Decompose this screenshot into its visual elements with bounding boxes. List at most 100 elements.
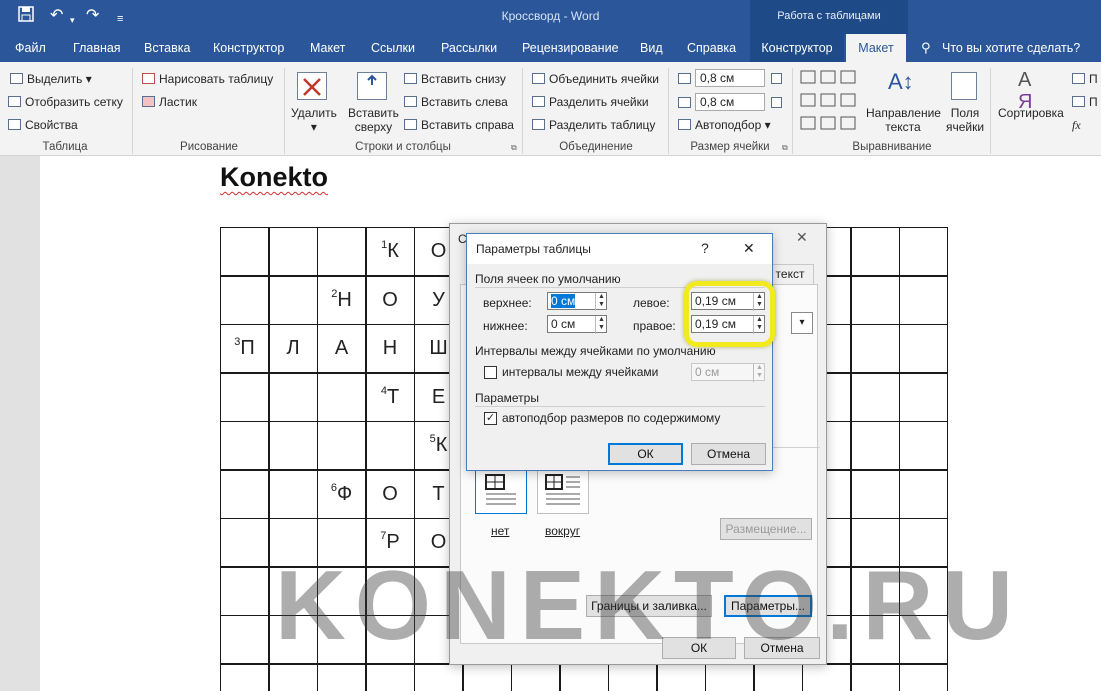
dialog-launcher-icon[interactable]: ⧉ <box>782 143 788 153</box>
crossword-cell[interactable]: 2Н <box>317 275 366 325</box>
tab-design[interactable]: Конструктор <box>213 34 284 62</box>
crossword-cell[interactable]: 6Ф <box>317 469 366 519</box>
crossword-cell[interactable] <box>220 615 269 664</box>
tell-me-input[interactable]: Что вы хотите сделать? <box>942 34 1080 62</box>
crossword-cell[interactable] <box>899 275 948 325</box>
crossword-cell[interactable] <box>899 227 948 276</box>
tab-alt-text[interactable]: текст <box>766 264 814 284</box>
crossword-cell[interactable]: 3П <box>220 324 269 373</box>
insert-above-button[interactable]: Вставить сверху <box>348 106 399 134</box>
insert-below-button[interactable]: Вставить снизу <box>404 72 506 86</box>
distribute-columns-icon[interactable] <box>771 97 782 108</box>
merge-cells-button[interactable]: Объединить ячейки <box>532 72 659 86</box>
close-icon[interactable]: ✕ <box>796 229 808 246</box>
crossword-cell[interactable] <box>850 372 900 422</box>
tab-home[interactable]: Главная <box>73 34 121 62</box>
draw-table-button[interactable]: Нарисовать таблицу <box>142 72 273 86</box>
crossword-cell[interactable] <box>559 663 609 691</box>
crossword-cell[interactable] <box>899 663 948 691</box>
crossword-cell[interactable] <box>268 275 318 325</box>
crossword-cell[interactable] <box>899 324 948 373</box>
split-cells-button[interactable]: Разделить ячейки <box>532 95 649 109</box>
tab-references[interactable]: Ссылки <box>371 34 415 62</box>
properties-button[interactable]: Свойства <box>8 118 78 132</box>
crossword-cell[interactable] <box>414 663 463 691</box>
crossword-cell[interactable] <box>220 372 269 422</box>
crossword-cell[interactable]: 1К <box>365 227 415 276</box>
crossword-cell[interactable] <box>220 227 269 276</box>
split-table-button[interactable]: Разделить таблицу <box>532 118 655 132</box>
crossword-cell[interactable] <box>462 663 512 691</box>
dialog-launcher-icon[interactable]: ⧉ <box>511 143 517 153</box>
crossword-cell[interactable] <box>365 421 415 470</box>
crossword-cell[interactable] <box>317 227 366 276</box>
crossword-cell[interactable] <box>365 663 415 691</box>
convert-button[interactable]: П <box>1072 95 1098 109</box>
placement-button[interactable]: Размещение... <box>720 518 812 540</box>
crossword-cell[interactable] <box>753 663 803 691</box>
eraser-button[interactable]: Ластик <box>142 95 197 109</box>
select-button[interactable]: Выделить ▾ <box>10 72 92 86</box>
crossword-cell[interactable] <box>656 663 706 691</box>
crossword-cell[interactable] <box>220 663 269 691</box>
distribute-rows-icon[interactable] <box>771 73 782 84</box>
tab-review[interactable]: Рецензирование <box>522 34 619 62</box>
chevron-down-icon[interactable]: ▾ <box>791 312 813 334</box>
crossword-cell[interactable] <box>850 421 900 470</box>
spacing-checkbox[interactable] <box>484 366 497 379</box>
crossword-cell[interactable] <box>268 663 318 691</box>
crossword-cell[interactable] <box>268 227 318 276</box>
tab-table-design[interactable]: Конструктор <box>750 34 844 62</box>
crossword-cell[interactable] <box>220 421 269 470</box>
help-icon[interactable]: ? <box>701 240 709 256</box>
tab-file[interactable]: Файл <box>15 34 46 62</box>
crossword-cell[interactable] <box>268 372 318 422</box>
close-icon[interactable]: ✕ <box>743 240 755 257</box>
options-ok-button[interactable]: ОК <box>608 443 683 465</box>
crossword-cell[interactable]: Л <box>268 324 318 373</box>
insert-right-button[interactable]: Вставить справа <box>404 118 514 132</box>
tab-table-layout[interactable]: Макет <box>846 34 906 62</box>
options-cancel-button[interactable]: Отмена <box>691 443 766 465</box>
crossword-cell[interactable]: 4Т <box>365 372 415 422</box>
crossword-cell[interactable] <box>850 227 900 276</box>
formula-button[interactable]: fx <box>1072 118 1081 132</box>
crossword-cell[interactable] <box>268 469 318 519</box>
crossword-cell[interactable]: Н <box>365 324 415 373</box>
crossword-cell[interactable] <box>268 421 318 470</box>
crossword-cell[interactable] <box>899 372 948 422</box>
crossword-cell[interactable] <box>317 663 366 691</box>
tab-insert[interactable]: Вставка <box>144 34 190 62</box>
wrap-none-option[interactable] <box>475 468 527 514</box>
row-height-field[interactable]: 0,8 см <box>695 69 765 87</box>
tab-layout[interactable]: Макет <box>310 34 345 62</box>
crossword-cell[interactable] <box>220 275 269 325</box>
repeat-header-button[interactable]: П <box>1072 72 1098 86</box>
crossword-cell[interactable] <box>220 469 269 519</box>
crossword-cell[interactable] <box>705 663 754 691</box>
autofit-checkbox[interactable]: ✓ <box>484 412 497 425</box>
crossword-cell[interactable] <box>220 518 269 567</box>
crossword-cell[interactable] <box>317 421 366 470</box>
tab-help[interactable]: Справка <box>687 34 736 62</box>
crossword-cell[interactable] <box>850 663 900 691</box>
crossword-cell[interactable]: О <box>365 275 415 325</box>
crossword-cell[interactable] <box>608 663 657 691</box>
tab-view[interactable]: Вид <box>640 34 663 62</box>
crossword-cell[interactable] <box>220 566 269 616</box>
crossword-cell[interactable]: О <box>365 469 415 519</box>
sort-button[interactable]: Сортировка <box>998 106 1064 120</box>
delete-button[interactable]: Удалить ▾ <box>291 106 337 134</box>
crossword-cell[interactable] <box>850 275 900 325</box>
insert-left-button[interactable]: Вставить слева <box>404 95 508 109</box>
cell-margins-button[interactable]: Поля ячейки <box>944 106 986 134</box>
text-direction-button[interactable]: Направление текста <box>866 106 941 134</box>
autofit-button[interactable]: Автоподбор ▾ <box>678 118 771 132</box>
wrap-around-option[interactable] <box>537 468 589 514</box>
crossword-cell[interactable] <box>850 324 900 373</box>
crossword-cell[interactable] <box>899 469 948 519</box>
tab-mailings[interactable]: Рассылки <box>441 34 497 62</box>
view-gridlines-button[interactable]: Отобразить сетку <box>8 95 123 109</box>
column-width-field[interactable]: 0,8 см <box>695 93 765 111</box>
crossword-cell[interactable] <box>802 663 851 691</box>
